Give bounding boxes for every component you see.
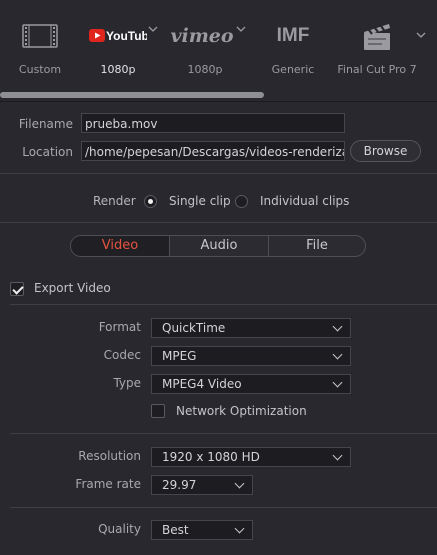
chevron-down-icon (234, 523, 245, 534)
render-label: Render (93, 194, 136, 208)
preset-label: Final Cut Pro 7 (337, 63, 417, 76)
chevron-down-icon[interactable] (148, 22, 158, 35)
chevron-down-icon (332, 349, 343, 360)
resolution-select[interactable]: 1920 x 1080 HD (151, 447, 351, 467)
film-strip-icon (0, 16, 80, 56)
individual-clips-label[interactable]: Individual clips (260, 194, 349, 208)
tab-file[interactable]: File (269, 236, 365, 256)
preset-label: 1080p (100, 63, 136, 76)
frame-rate-label: Frame rate (75, 477, 141, 491)
chevron-down-icon[interactable] (416, 28, 426, 41)
type-value: MPEG4 Video (162, 377, 242, 391)
single-clip-label[interactable]: Single clip (169, 194, 231, 208)
type-select[interactable]: MPEG4 Video (151, 374, 351, 394)
location-label: Location (22, 145, 73, 159)
divider (0, 173, 437, 174)
render-presets-bar: Custom YouTube 1080p vimeo 1080p IMF Gen… (0, 0, 437, 92)
type-label: Type (113, 376, 141, 390)
chevron-down-icon (332, 450, 343, 461)
chevron-down-icon (332, 321, 343, 332)
codec-label: Codec (103, 348, 141, 362)
settings-tabs: Video Audio File (70, 235, 366, 257)
export-video-checkbox[interactable] (10, 282, 24, 296)
export-video-label[interactable]: Export Video (34, 281, 111, 295)
format-value: QuickTime (162, 321, 226, 335)
preset-imf-generic[interactable]: IMF Generic (258, 0, 328, 88)
chevron-down-icon (332, 377, 343, 388)
frame-rate-value: 29.97 (162, 478, 197, 492)
svg-text:YouTube: YouTube (106, 29, 147, 43)
preset-custom[interactable]: Custom (0, 0, 80, 88)
divider (0, 101, 437, 102)
chevron-down-icon (234, 478, 245, 489)
network-optimization-checkbox[interactable] (151, 404, 165, 418)
resolution-label: Resolution (78, 449, 141, 463)
preset-label: 1080p (187, 63, 223, 76)
clapperboard-icon (334, 16, 420, 56)
format-label: Format (98, 320, 141, 334)
divider (10, 304, 437, 305)
single-clip-radio[interactable] (144, 195, 157, 208)
location-field[interactable]: /home/pepesan/Descargas/videos-renderiza… (81, 141, 345, 161)
youtube-icon: YouTube (80, 16, 156, 56)
imf-icon: IMF (276, 25, 310, 46)
tab-video[interactable]: Video (71, 236, 169, 256)
filename-label: Filename (18, 117, 73, 131)
tab-audio[interactable]: Audio (170, 236, 268, 256)
preset-final-cut-pro-7[interactable]: Final Cut Pro 7 (334, 0, 420, 88)
divider (10, 433, 437, 434)
preset-label: Custom (18, 63, 62, 76)
filename-field[interactable]: prueba.mov (81, 113, 345, 133)
format-select[interactable]: QuickTime (151, 318, 351, 338)
quality-label: Quality (98, 522, 141, 536)
preset-label: Generic (271, 63, 315, 76)
resolution-value: 1920 x 1080 HD (162, 450, 260, 464)
frame-rate-select[interactable]: 29.97 (151, 475, 253, 495)
divider (0, 222, 437, 223)
quality-select[interactable]: Best (151, 520, 253, 540)
vimeo-icon: vimeo (170, 25, 234, 47)
individual-clips-radio[interactable] (235, 195, 248, 208)
codec-select[interactable]: MPEG (151, 346, 351, 366)
codec-value: MPEG (162, 349, 197, 363)
chevron-down-icon[interactable] (236, 22, 246, 35)
browse-button[interactable]: Browse (350, 140, 421, 162)
divider (10, 507, 437, 508)
preset-vimeo-1080p[interactable]: vimeo 1080p (166, 0, 244, 88)
presets-scrollbar[interactable] (0, 92, 264, 98)
preset-youtube-1080p[interactable]: YouTube 1080p (80, 0, 156, 88)
quality-value: Best (162, 523, 189, 537)
network-optimization-label[interactable]: Network Optimization (176, 404, 307, 418)
